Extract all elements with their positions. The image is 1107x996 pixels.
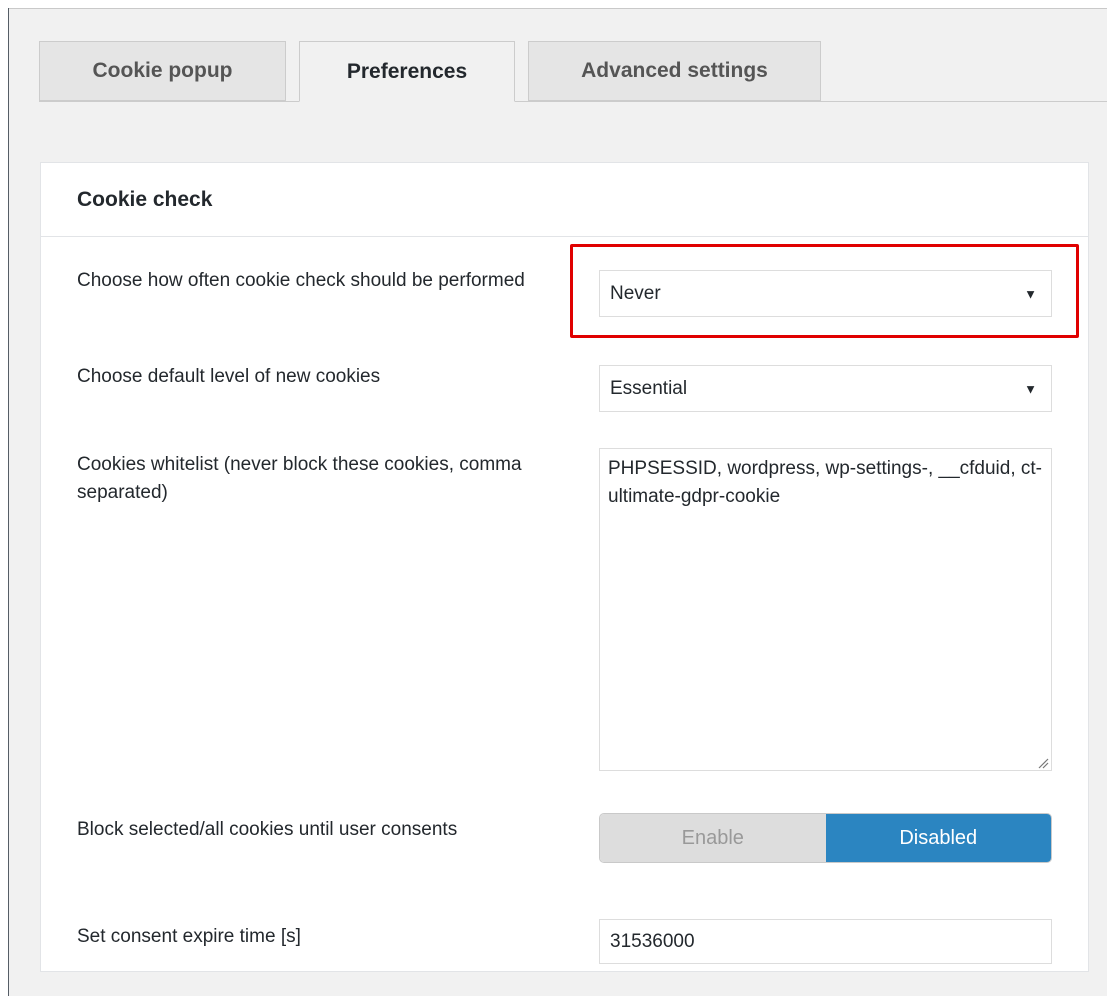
toggle-enable-option[interactable]: Enable [600,814,826,862]
whitelist-textarea[interactable]: PHPSESSID, wordpress, wp-settings-, __cf… [599,448,1052,771]
block-cookies-label: Block selected/all cookies until user co… [77,819,458,840]
default-level-value: Essential [610,377,688,399]
caret-down-icon: ▼ [1024,286,1037,301]
tab-divider [39,101,1107,102]
expire-time-label: Set consent expire time [s] [77,926,301,947]
check-frequency-label: Choose how often cookie check should be … [77,270,525,291]
check-frequency-select[interactable]: Never ▼ [599,270,1052,317]
tab-preferences[interactable]: Preferences [299,41,515,102]
whitelist-label: Cookies whitelist (never block these coo… [77,454,522,503]
tab-cookie-popup[interactable]: Cookie popup [39,41,286,101]
toggle-disabled-option[interactable]: Disabled [825,814,1051,862]
resize-grip-icon[interactable] [1037,757,1049,769]
tab-advanced-settings[interactable]: Advanced settings [528,41,821,101]
check-frequency-value: Never [610,282,661,304]
block-cookies-toggle[interactable]: Enable Disabled [599,813,1052,863]
caret-down-icon: ▼ [1024,381,1037,396]
settings-panel: Cookie popup Preferences Advanced settin… [9,9,1107,996]
section-title: Cookie check [41,163,1088,237]
settings-frame: Cookie popup Preferences Advanced settin… [0,0,1107,996]
cookie-check-card: Cookie check Choose how often cookie che… [40,162,1089,972]
expire-time-input[interactable]: 31536000 [599,919,1052,964]
default-level-select[interactable]: Essential ▼ [599,365,1052,412]
default-level-label: Choose default level of new cookies [77,366,381,387]
